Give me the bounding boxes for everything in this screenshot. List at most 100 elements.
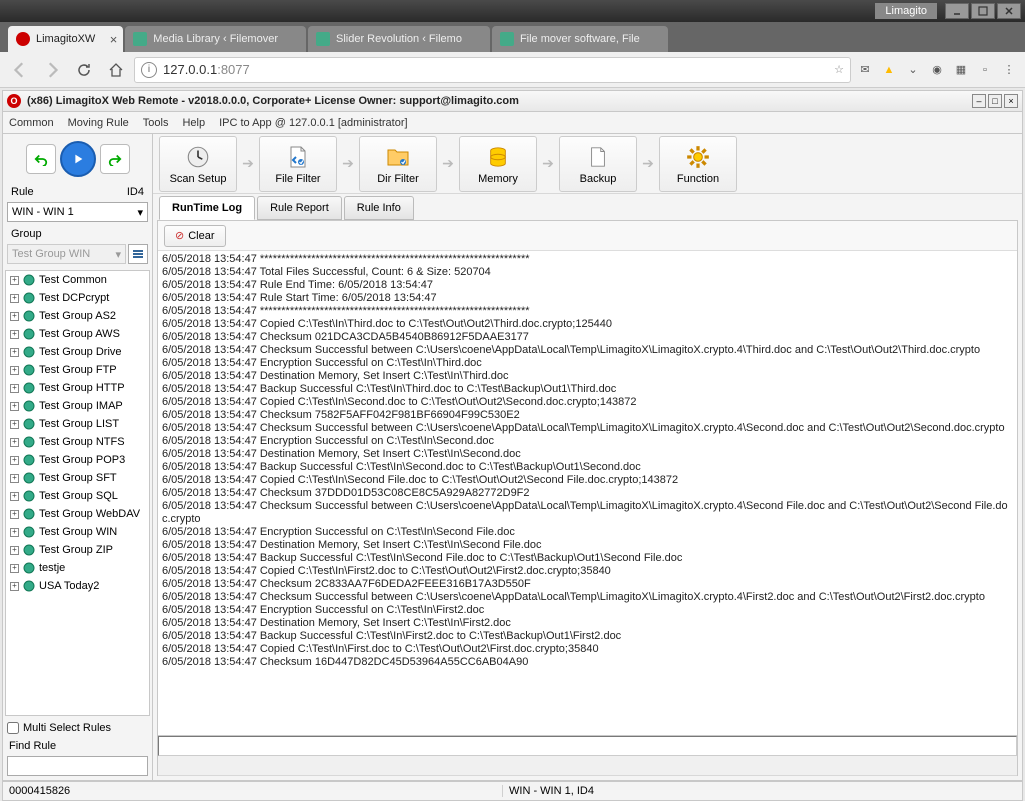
- bottom-input-rows: [158, 735, 1017, 775]
- tab-close-icon[interactable]: ×: [476, 32, 484, 47]
- tree-expand-icon[interactable]: +: [10, 438, 19, 447]
- tree-expand-icon[interactable]: +: [10, 348, 19, 357]
- app-maximize-button[interactable]: □: [988, 94, 1002, 108]
- input-row-2[interactable]: [158, 756, 1017, 776]
- log-content[interactable]: 6/05/2018 13:54:47 *********************…: [158, 251, 1017, 735]
- menu-help[interactable]: Help: [182, 117, 205, 129]
- browser-tab[interactable]: Media Library ‹ Filemover×: [125, 26, 306, 52]
- input-row-1[interactable]: [158, 736, 1017, 756]
- memory-button[interactable]: Memory: [459, 136, 537, 192]
- tree-item[interactable]: +Test Group NTFS: [6, 433, 149, 451]
- play-button[interactable]: [60, 141, 96, 177]
- tree-item[interactable]: +USA Today2: [6, 577, 149, 595]
- tab-close-icon[interactable]: ×: [110, 32, 118, 47]
- log-line: 6/05/2018 13:54:47 Destination Memory, S…: [162, 539, 1013, 552]
- log-line: 6/05/2018 13:54:47 Checksum Successful b…: [162, 500, 1013, 526]
- backup-button[interactable]: Backup: [559, 136, 637, 192]
- menu-icon[interactable]: ⋮: [999, 60, 1019, 80]
- tree-expand-icon[interactable]: +: [10, 294, 19, 303]
- status-left: 0000415826: [3, 785, 503, 797]
- tree-item[interactable]: +Test Group IMAP: [6, 397, 149, 415]
- function-button[interactable]: Function: [659, 136, 737, 192]
- tree-expand-icon[interactable]: +: [10, 330, 19, 339]
- tree-item[interactable]: +Test Group WebDAV: [6, 505, 149, 523]
- scan-setup-button[interactable]: Scan Setup: [159, 136, 237, 192]
- tree-expand-icon[interactable]: +: [10, 456, 19, 465]
- tree-item[interactable]: +Test Group POP3: [6, 451, 149, 469]
- tab-runtime-log[interactable]: RunTime Log: [159, 196, 255, 220]
- rule-label: Rule: [11, 186, 34, 198]
- tree-item[interactable]: +Test Group WIN: [6, 523, 149, 541]
- menu-moving-rule[interactable]: Moving Rule: [68, 117, 129, 129]
- home-button[interactable]: [102, 57, 130, 83]
- log-line: 6/05/2018 13:54:47 Encryption Successful…: [162, 526, 1013, 539]
- tab-rule-info[interactable]: Rule Info: [344, 196, 414, 220]
- tree-item[interactable]: +Test Group HTTP: [6, 379, 149, 397]
- back-button[interactable]: [6, 57, 34, 83]
- os-close-button[interactable]: [997, 3, 1021, 19]
- tree-item[interactable]: +Test Common: [6, 271, 149, 289]
- browser-tab[interactable]: File mover software, File×: [492, 26, 668, 52]
- tree-expand-icon[interactable]: +: [10, 312, 19, 321]
- tree-expand-icon[interactable]: +: [10, 402, 19, 411]
- extensions-icon[interactable]: ▫: [975, 60, 995, 80]
- tree-item[interactable]: +Test Group AS2: [6, 307, 149, 325]
- group-tree[interactable]: +Test Common+Test DCPcrypt+Test Group AS…: [5, 270, 150, 716]
- tab-close-icon[interactable]: ×: [654, 32, 662, 47]
- browser-tab[interactable]: Slider Revolution ‹ Filemo×: [308, 26, 490, 52]
- tree-expand-icon[interactable]: +: [10, 420, 19, 429]
- tab-rule-report[interactable]: Rule Report: [257, 196, 342, 220]
- menu-tools[interactable]: Tools: [143, 117, 169, 129]
- tree-expand-icon[interactable]: +: [10, 546, 19, 555]
- drive-icon[interactable]: ▲: [879, 60, 899, 80]
- forward-button[interactable]: [38, 57, 66, 83]
- tree-expand-icon[interactable]: +: [10, 510, 19, 519]
- os-maximize-button[interactable]: [971, 3, 995, 19]
- tree-item[interactable]: + Test Group SFT: [6, 469, 149, 487]
- taskbar-app-label[interactable]: Limagito: [875, 3, 937, 19]
- pocket-icon[interactable]: ⌄: [903, 60, 923, 80]
- bookmark-star-icon[interactable]: ☆: [834, 63, 844, 76]
- tree-expand-icon[interactable]: +: [10, 384, 19, 393]
- url-input[interactable]: i 127.0.0.1:8077 ☆: [134, 57, 851, 83]
- mail-icon[interactable]: ✉: [855, 60, 875, 80]
- browser-tab[interactable]: LimagitoXW×: [8, 26, 123, 52]
- tree-expand-icon[interactable]: +: [10, 492, 19, 501]
- tree-expand-icon[interactable]: +: [10, 474, 19, 483]
- tree-item[interactable]: +Test Group FTP: [6, 361, 149, 379]
- group-select[interactable]: Test Group WIN ▾: [7, 244, 126, 264]
- tree-item[interactable]: +Test Group LIST: [6, 415, 149, 433]
- pdf-icon[interactable]: ▦: [951, 60, 971, 80]
- find-rule-input[interactable]: [7, 756, 148, 776]
- app-close-button[interactable]: ×: [1004, 94, 1018, 108]
- tree-item[interactable]: +Test Group AWS: [6, 325, 149, 343]
- app-minimize-button[interactable]: –: [972, 94, 986, 108]
- tree-item[interactable]: +testje: [6, 559, 149, 577]
- reload-button[interactable]: [70, 57, 98, 83]
- tree-expand-icon[interactable]: +: [10, 276, 19, 285]
- rule-select[interactable]: WIN - WIN 1 ▾: [7, 202, 148, 222]
- dir-filter-button[interactable]: Dir Filter: [359, 136, 437, 192]
- os-minimize-button[interactable]: [945, 3, 969, 19]
- log-line: 6/05/2018 13:54:47 Checksum 16D447D82DC4…: [162, 656, 1013, 669]
- multi-select-checkbox[interactable]: Multi Select Rules: [3, 718, 152, 738]
- log-line: 6/05/2018 13:54:47 *********************…: [162, 253, 1013, 266]
- file-filter-button[interactable]: File Filter: [259, 136, 337, 192]
- menu-common[interactable]: Common: [9, 117, 54, 129]
- redo-button[interactable]: [100, 144, 130, 174]
- tab-close-icon[interactable]: ×: [292, 32, 300, 47]
- tree-expand-icon[interactable]: +: [10, 564, 19, 573]
- tree-item[interactable]: +Test Group ZIP: [6, 541, 149, 559]
- tree-expand-icon[interactable]: +: [10, 582, 19, 591]
- tree-expand-icon[interactable]: +: [10, 528, 19, 537]
- camera-icon[interactable]: ◉: [927, 60, 947, 80]
- tree-item-label: Test Group SFT: [39, 472, 117, 484]
- tree-item[interactable]: +Test DCPcrypt: [6, 289, 149, 307]
- tree-item[interactable]: +Test Group SQL: [6, 487, 149, 505]
- site-info-icon[interactable]: i: [141, 62, 157, 78]
- group-options-button[interactable]: [128, 244, 148, 264]
- tree-expand-icon[interactable]: +: [10, 366, 19, 375]
- clear-button[interactable]: ⊘ Clear: [164, 225, 226, 247]
- undo-button[interactable]: [26, 144, 56, 174]
- tree-item[interactable]: +Test Group Drive: [6, 343, 149, 361]
